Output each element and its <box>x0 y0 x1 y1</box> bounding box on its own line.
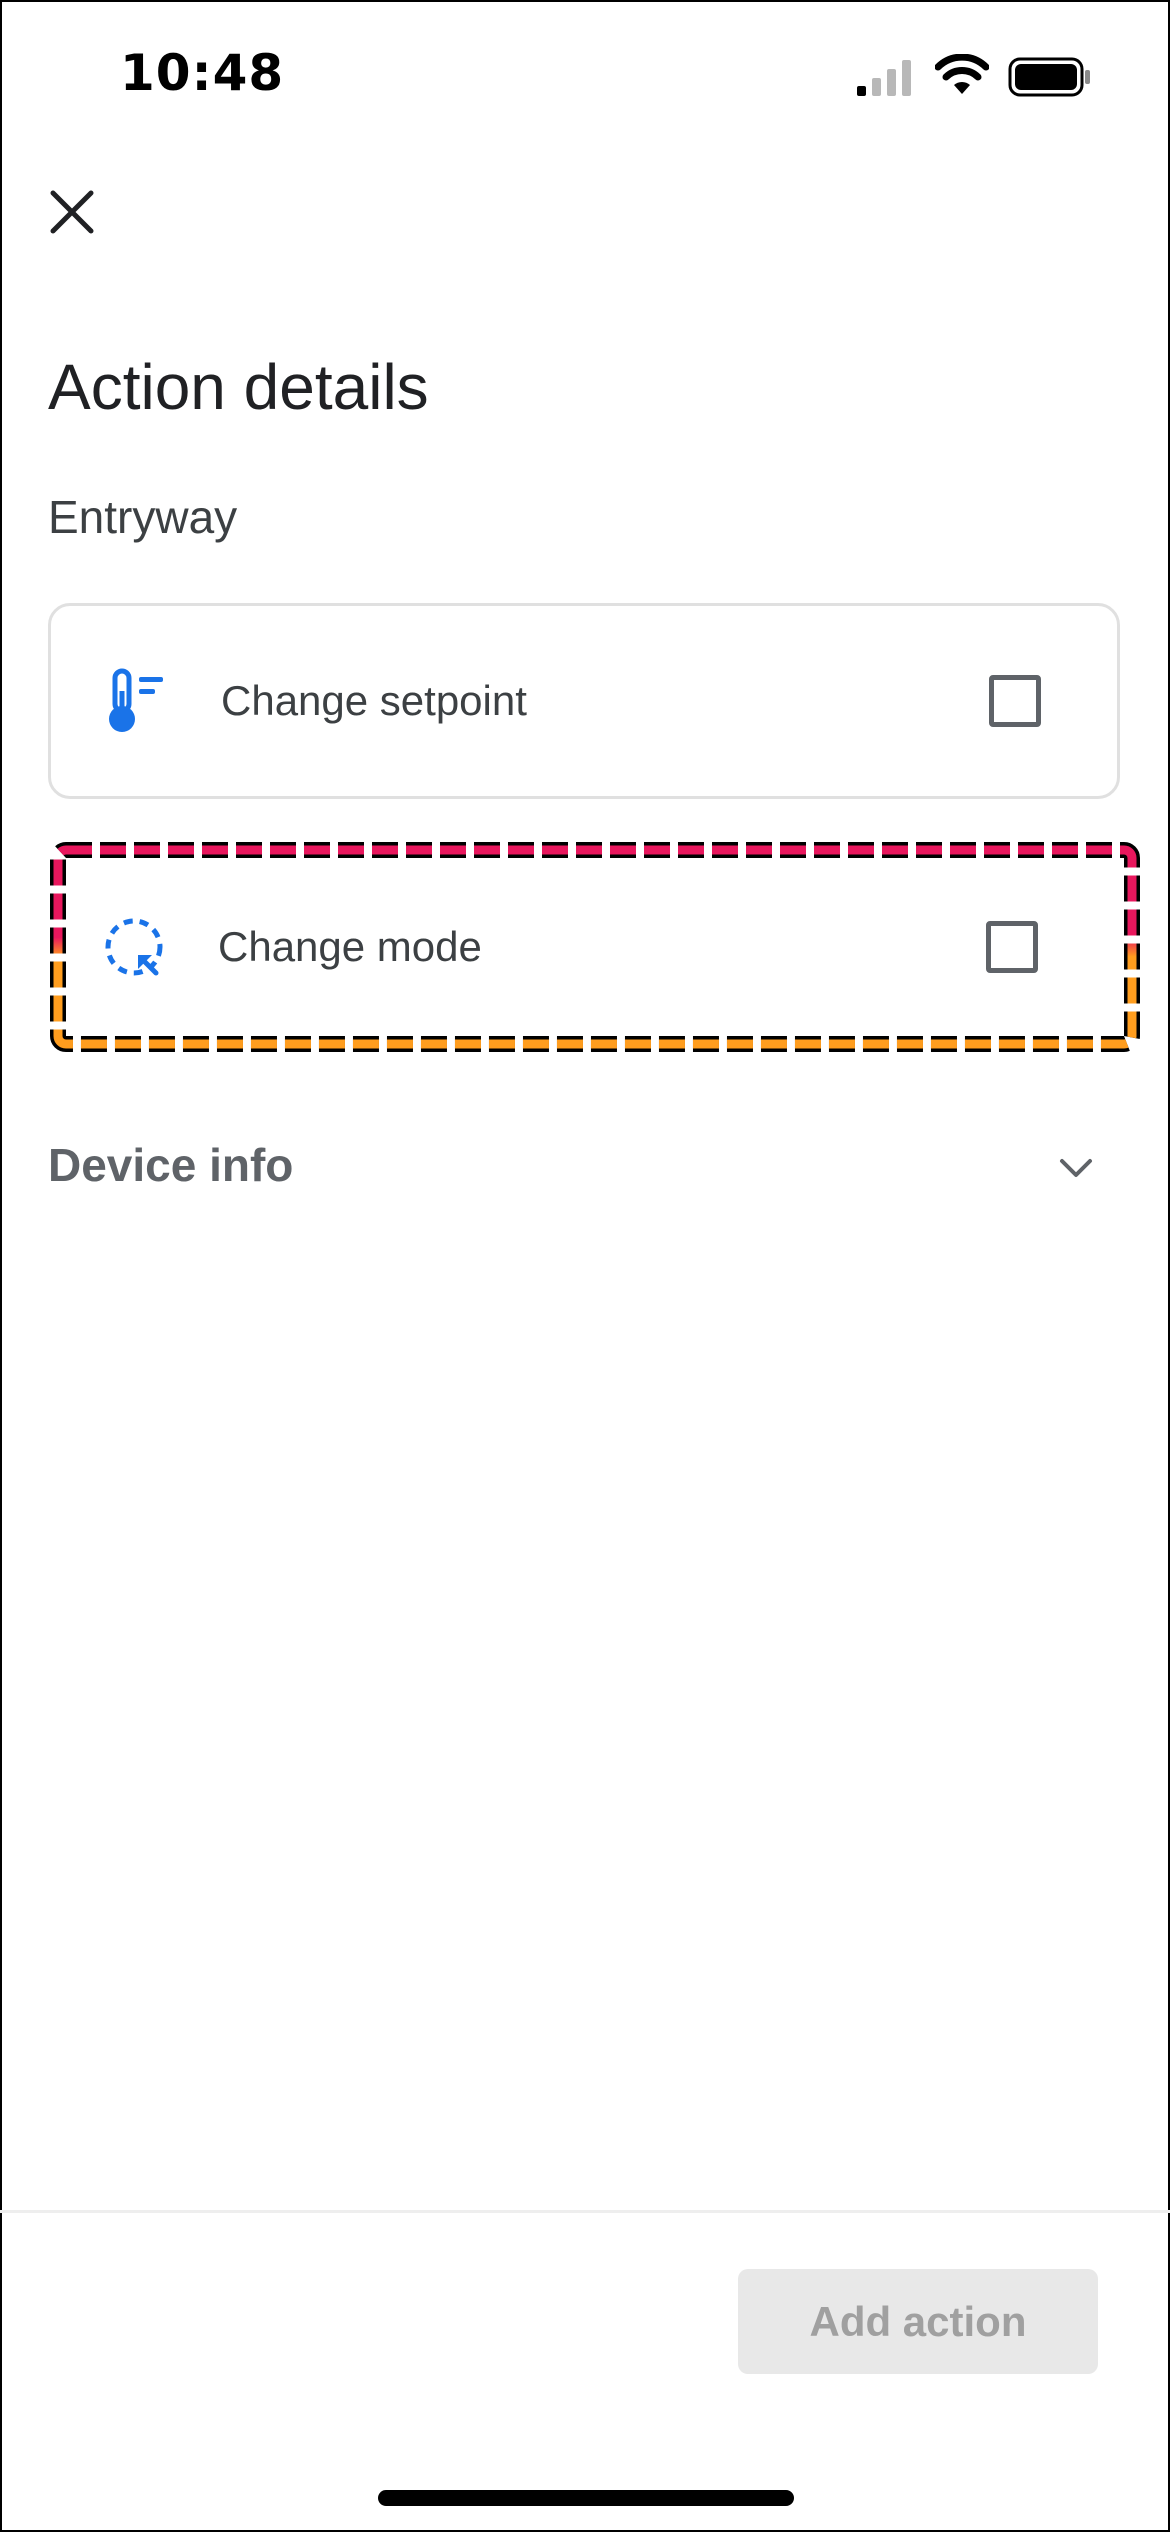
chevron-down-icon <box>1060 1159 1092 1177</box>
action-label: Change mode <box>218 923 482 970</box>
cellular-signal-icon <box>857 60 911 96</box>
add-action-button[interactable]: Add action <box>738 2269 1098 2374</box>
room-name: Entryway <box>48 491 238 543</box>
status-time: 10:48 <box>120 44 285 102</box>
device-info-expander[interactable]: Device info <box>48 1120 1098 1210</box>
close-button[interactable] <box>30 170 114 254</box>
mode-checkbox[interactable] <box>986 921 1038 973</box>
footer-divider <box>0 2210 1170 2213</box>
home-indicator <box>378 2490 794 2506</box>
page-title: Action details <box>48 351 429 423</box>
close-icon <box>50 190 94 234</box>
setpoint-checkbox[interactable] <box>989 675 1041 727</box>
mode-cycle-icon <box>105 918 163 976</box>
thermometer-icon <box>109 668 163 732</box>
battery-icon <box>1008 57 1090 97</box>
action-change-mode[interactable]: Change mode <box>48 849 1120 1045</box>
device-info-label: Device info <box>48 1139 294 1191</box>
action-label: Change setpoint <box>221 677 527 724</box>
wifi-icon <box>935 54 989 94</box>
status-bar: 10:48 <box>0 0 1170 150</box>
action-change-setpoint[interactable]: Change setpoint <box>48 603 1120 799</box>
